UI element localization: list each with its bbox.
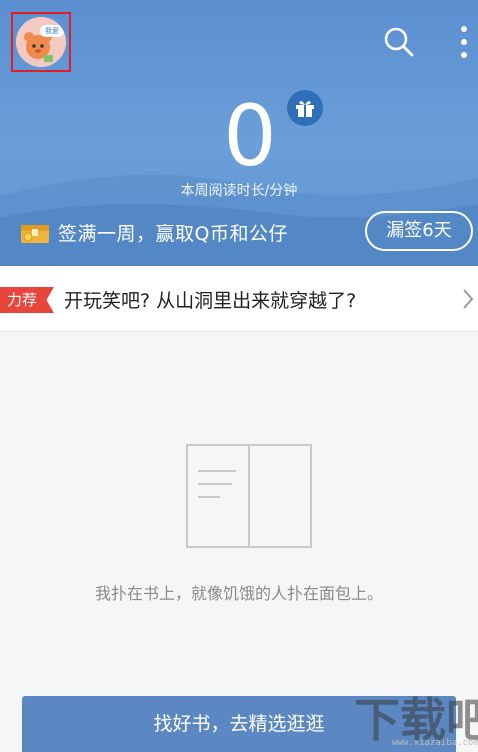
avatar-button[interactable]: 我爱 (11, 12, 71, 72)
search-icon[interactable] (383, 26, 415, 58)
recommend-tag: 力荐 (0, 287, 54, 313)
more-vertical-icon[interactable] (454, 24, 474, 60)
signin-text: 签满一周，赢取Q币和公仔 (58, 222, 288, 245)
weekly-reading-label: 本周阅读时长/分钟 (180, 183, 298, 199)
missed-signin-button[interactable]: 漏签6天 (365, 211, 473, 251)
watermark-url: www.xiazaiba.com (392, 738, 478, 748)
avatar: 我爱 (16, 17, 66, 67)
empty-shelf-message: 我扑在书上，就像饥饿的人扑在面包上。 (94, 584, 383, 603)
gift-button[interactable] (287, 90, 323, 126)
recommend-banner[interactable]: 力荐 开玩笑吧? 从山洞里出来就穿越了? (0, 266, 478, 332)
weekly-minutes-counter: 0 (223, 87, 277, 185)
chevron-right-icon (463, 289, 474, 309)
signin-promo[interactable]: 签满一周，赢取Q币和公仔 (20, 216, 288, 248)
treasure-chest-icon (21, 225, 49, 243)
reading-header: 我爱 0 本周阅读时长/分钟 签满一周，赢取Q币和公仔 漏签6天 (0, 0, 478, 266)
gift-icon (296, 101, 314, 117)
recommend-title: 开玩笑吧? 从山洞里出来就穿越了? (64, 290, 357, 312)
avatar-badge: 我爱 (40, 25, 64, 37)
open-book-icon (186, 444, 312, 548)
